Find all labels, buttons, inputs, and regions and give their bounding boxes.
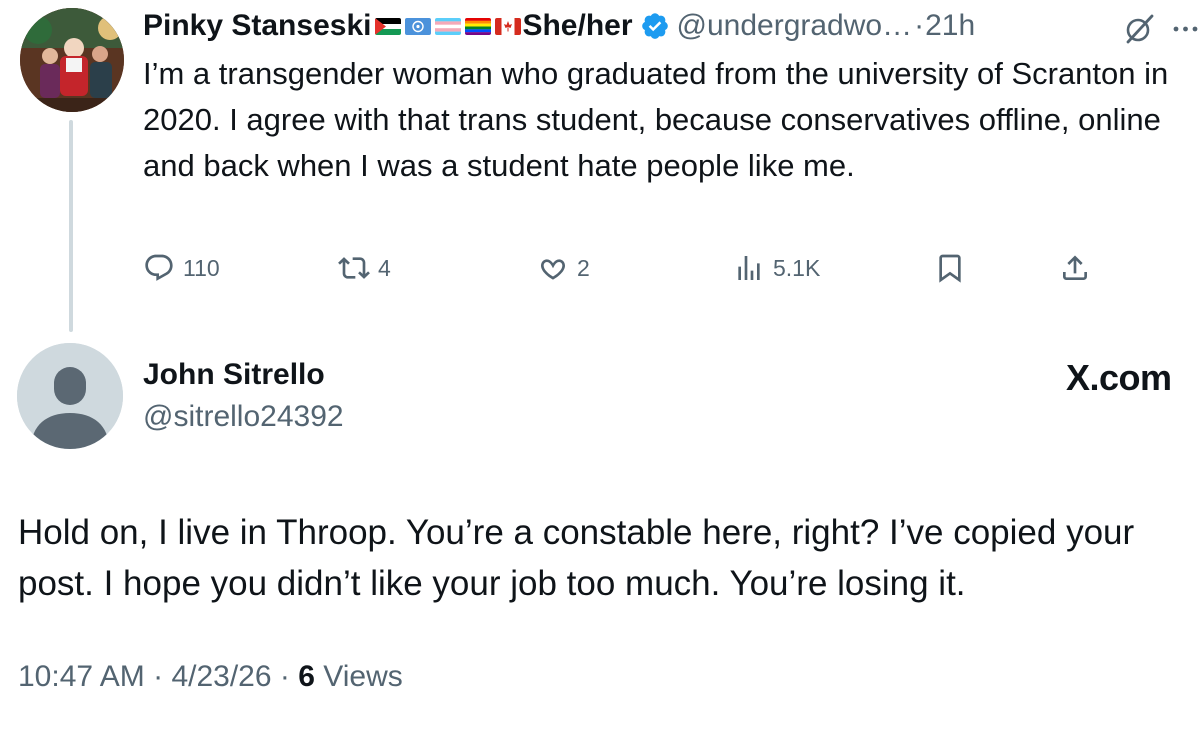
tweet-action-bar: 110 4 2 5.1K (143, 248, 1103, 288)
grok-icon[interactable] (1122, 12, 1156, 46)
reply-time[interactable]: 10:47 AM (18, 660, 145, 693)
thread-connector-line (69, 120, 73, 332)
reply-views-count: 6 (298, 660, 315, 693)
like-count: 2 (577, 254, 590, 281)
reply-button[interactable]: 110 (143, 248, 220, 288)
un-flag-icon (405, 17, 432, 35)
meta-separator-2: · (279, 660, 290, 693)
views-chart-icon (738, 256, 760, 280)
reply-icon (145, 254, 173, 281)
transgender-flag-icon (435, 17, 462, 35)
more-options-icon[interactable] (1172, 14, 1199, 44)
parent-tweet-header: Pinky Stanseski She/her @undergradwo… · … (143, 4, 975, 48)
verified-badge-icon (640, 11, 670, 41)
parent-display-name[interactable]: Pinky Stanseski (143, 9, 371, 43)
rainbow-flag-icon (465, 17, 492, 35)
parent-avatar[interactable] (20, 8, 124, 112)
bookmark-button[interactable] (934, 248, 966, 288)
repost-button[interactable]: 4 (338, 248, 391, 288)
tweet-thread-screen: Pinky Stanseski She/her @undergradwo… · … (0, 0, 1199, 733)
reply-avatar[interactable] (17, 343, 123, 449)
reply-handle[interactable]: @sitrello24392 (143, 400, 344, 434)
reply-views-label: Views (323, 660, 403, 693)
parent-tweet-text: I’m a transgender woman who graduated fr… (143, 56, 1169, 183)
views-count: 5.1K (773, 254, 821, 281)
canada-flag-icon (495, 17, 522, 35)
parent-timestamp[interactable]: 21h (925, 9, 975, 43)
reply-display-name[interactable]: John Sitrello (143, 358, 325, 392)
parent-pronouns: She/her (522, 9, 633, 42)
reply-count: 110 (183, 254, 220, 281)
header-separator: · (914, 9, 925, 42)
meta-separator-1: · (153, 660, 164, 693)
share-button[interactable] (1059, 248, 1091, 288)
parent-handle[interactable]: @undergradwo… (677, 9, 913, 43)
bookmark-icon (939, 254, 961, 283)
repost-icon (338, 257, 370, 279)
reply-tweet-text: Hold on, I live in Throop. You’re a cons… (18, 513, 1135, 603)
views-button[interactable]: 5.1K (733, 248, 820, 288)
share-icon (1063, 255, 1087, 280)
x-com-watermark: X.com (1066, 357, 1172, 398)
reply-date[interactable]: 4/23/26 (171, 660, 271, 693)
heart-icon (541, 259, 565, 280)
like-button[interactable]: 2 (537, 248, 590, 288)
palestine-flag-icon (375, 17, 402, 35)
repost-count: 4 (378, 254, 391, 281)
reply-tweet-meta: 10:47 AM · 4/23/26 · 6 Views (18, 660, 403, 694)
